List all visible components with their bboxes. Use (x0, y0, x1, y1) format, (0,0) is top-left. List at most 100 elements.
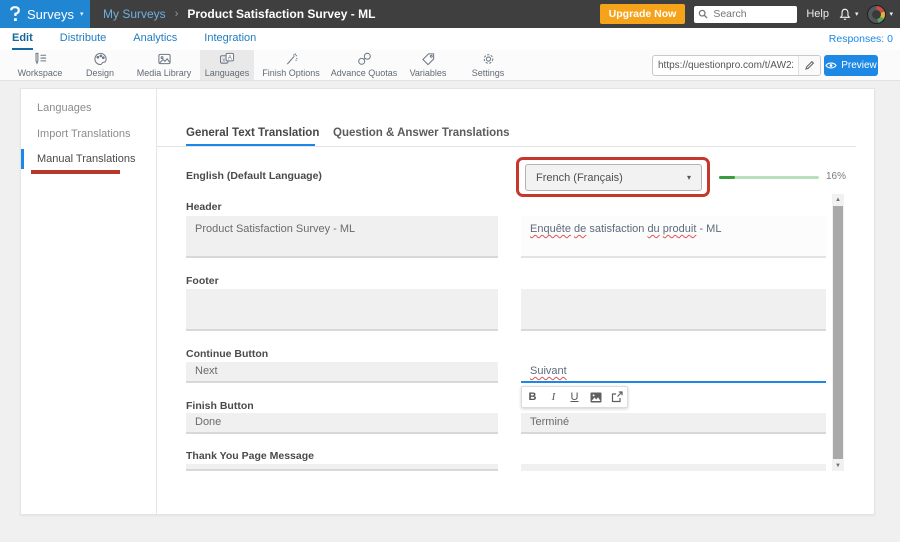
survey-url-input[interactable] (653, 60, 798, 71)
nav-distribute[interactable]: Distribute (60, 28, 106, 50)
insert-link-button[interactable] (608, 388, 626, 406)
chevron-down-icon: ▾ (855, 11, 859, 18)
image-icon (590, 392, 602, 403)
sidebar-item-languages[interactable]: Languages (37, 102, 91, 114)
survey-url-box (652, 55, 821, 76)
nav-analytics[interactable]: Analytics (133, 28, 177, 50)
underline-button[interactable]: U (566, 388, 584, 406)
edit-url-button[interactable] (798, 56, 820, 75)
bold-button[interactable]: B (524, 388, 542, 406)
translation-progress-label: 16% (826, 171, 846, 182)
translated-text-segment: Suivant (530, 365, 567, 377)
field-label-thank-you: Thank You Page Message (186, 450, 314, 462)
media-library-icon (157, 52, 172, 66)
translated-text-segment: de (574, 223, 586, 235)
finish-target-field[interactable]: Terminé (521, 413, 826, 434)
ribbon-item-workspace[interactable]: Workspace (8, 50, 72, 80)
preview-button[interactable]: Preview (824, 55, 878, 76)
svg-text:x: x (222, 58, 225, 64)
notifications-menu[interactable]: ▾ (838, 7, 859, 22)
thank-you-source-field[interactable] (186, 464, 498, 471)
italic-button[interactable]: I (545, 388, 563, 406)
footer-source-field[interactable] (186, 289, 498, 331)
upgrade-now-button[interactable]: Upgrade Now (600, 4, 686, 24)
tabs-divider (157, 146, 856, 147)
tab-question-answer-translations[interactable]: Question & Answer Translations (333, 127, 510, 139)
nav-edit[interactable]: Edit (12, 28, 33, 50)
variables-icon (421, 52, 436, 66)
breadcrumb-separator: › (175, 8, 179, 20)
target-language-value: French (Français) (536, 172, 623, 184)
header-source-field[interactable]: Product Satisfaction Survey - ML (186, 216, 498, 258)
avatar (867, 5, 886, 24)
translated-text-segment: Enquête (530, 223, 571, 235)
tab-general-text-translation[interactable]: General Text Translation (186, 127, 319, 139)
insert-image-button[interactable] (587, 388, 605, 406)
sidebar-item-manual-translations[interactable]: Manual Translations (37, 153, 135, 165)
target-language-select[interactable]: French (Français) ▾ (525, 164, 702, 191)
sidebar-item-import-translations[interactable]: Import Translations (37, 128, 131, 140)
breadcrumb-my-surveys[interactable]: My Surveys (103, 7, 166, 21)
page-title: Product Satisfaction Survey - ML (187, 7, 375, 21)
continue-source-field[interactable]: Next (186, 362, 498, 383)
ribbon-item-media-library[interactable]: Media Library (128, 50, 200, 80)
scrollbar-thumb[interactable] (833, 206, 843, 459)
scroll-up-icon[interactable]: ▲ (832, 194, 844, 205)
breadcrumb: My Surveys › Product Satisfaction Survey… (103, 7, 375, 21)
ribbon-item-advance-quotas[interactable]: Advance Quotas (328, 50, 400, 80)
product-menu-label: Surveys (27, 7, 74, 22)
content-scrollbar[interactable]: ▲ ▼ (832, 194, 844, 471)
responses-count[interactable]: Responses: 0 (829, 28, 893, 50)
account-menu[interactable]: ▾ (867, 5, 893, 24)
source-language-label: English (Default Language) (186, 170, 322, 182)
app-window: Surveys ▾ My Surveys › Product Satisfact… (0, 0, 900, 542)
sidebar-active-indicator (21, 149, 24, 169)
search-icon (698, 9, 708, 19)
scroll-down-icon[interactable]: ▼ (832, 460, 844, 471)
eye-icon (825, 61, 837, 70)
global-search (694, 6, 797, 23)
svg-text:A: A (228, 55, 232, 61)
languages-icon: x A (219, 52, 235, 66)
product-menu[interactable]: Surveys ▾ (0, 0, 90, 28)
chevron-down-icon: ▾ (889, 11, 893, 18)
top-bar-actions: Upgrade Now Help ▾ (600, 0, 893, 28)
ribbon-item-languages[interactable]: x A Languages (200, 50, 254, 80)
continue-target-field[interactable]: Suivant (521, 362, 826, 383)
ribbon-item-settings[interactable]: Settings (456, 50, 520, 80)
bell-icon (838, 7, 852, 22)
top-bar: Surveys ▾ My Surveys › Product Satisfact… (0, 0, 900, 28)
advance-quotas-icon (357, 52, 372, 66)
chevron-down-icon: ▾ (687, 174, 691, 182)
translated-text-segment: satisfaction (586, 223, 647, 235)
translation-progress-fill (719, 176, 735, 179)
ribbon-item-design[interactable]: Design (72, 50, 128, 80)
ribbon-item-finish-options[interactable]: Finish Options (254, 50, 328, 80)
field-label-finish-button: Finish Button (186, 400, 254, 412)
annotation-red-underline (31, 170, 120, 174)
translations-panel: Languages Import Translations Manual Tra… (20, 88, 875, 515)
questionpro-logo-icon (9, 6, 21, 22)
translated-text-segment: produit (663, 223, 697, 235)
field-label-continue-button: Continue Button (186, 348, 268, 360)
settings-icon (481, 52, 496, 66)
finish-source-field[interactable]: Done (186, 413, 498, 434)
text-format-toolbar: B I U (521, 386, 628, 408)
nav-integration[interactable]: Integration (204, 28, 256, 50)
footer-target-field[interactable] (521, 289, 826, 331)
workspace-icon (33, 52, 48, 66)
translated-text-segment: du (647, 223, 659, 235)
translation-progress-bar (719, 176, 819, 179)
header-target-field[interactable]: Enquête de satisfaction du produit - ML (521, 216, 826, 258)
search-input[interactable] (711, 7, 793, 21)
translated-text-segment: - ML (696, 223, 721, 235)
external-link-icon (611, 391, 623, 403)
design-icon (93, 52, 108, 66)
field-label-footer: Footer (186, 275, 219, 287)
finish-options-icon (284, 52, 299, 66)
sidebar-divider (156, 89, 157, 514)
ribbon-item-variables[interactable]: Variables (400, 50, 456, 80)
help-link[interactable]: Help (806, 8, 829, 20)
thank-you-target-field[interactable] (521, 464, 826, 471)
pencil-icon (804, 60, 815, 71)
